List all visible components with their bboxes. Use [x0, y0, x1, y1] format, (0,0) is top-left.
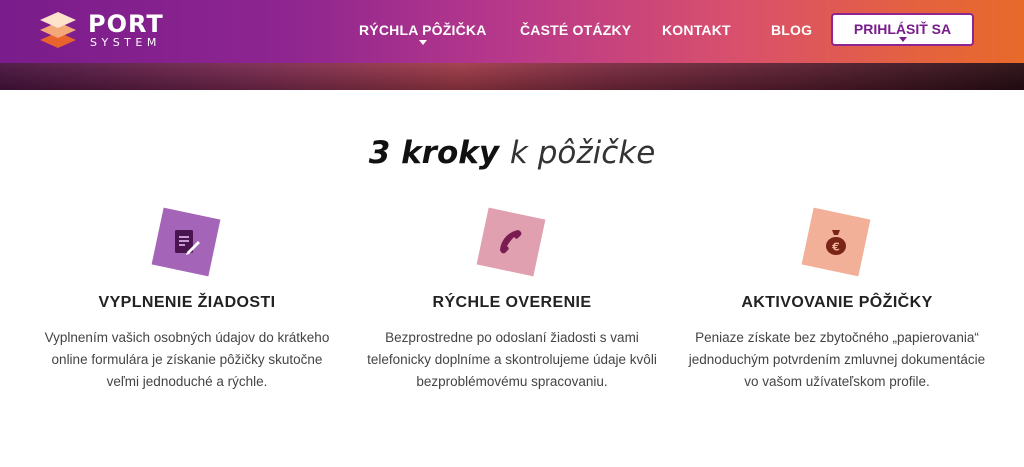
step-title: AKTIVOVANIE PÔŽIČKY [741, 294, 933, 311]
chevron-down-icon [898, 37, 907, 42]
nav-item-blog[interactable]: BLOG [771, 21, 812, 39]
nav-item-faq[interactable]: ČASTÉ OTÁZKY [520, 21, 631, 39]
main-nav: RÝCHLA PÔŽIČKA ČASTÉ OTÁZKY KONTAKT BLOG… [0, 0, 1024, 60]
step-icon-wrapper: € [801, 207, 871, 277]
step-description: Bezprostredne po odoslaní žiadosti s vam… [367, 330, 657, 389]
nav-item-quick-loan[interactable]: RÝCHLA PÔŽIČKA [359, 21, 487, 45]
phone-icon [500, 230, 522, 254]
step-icon-wrapper [151, 207, 221, 277]
hero-image-strip [0, 63, 1024, 90]
nav-item-contact[interactable]: KONTAKT [662, 21, 731, 39]
step-title: VYPLNENIE ŽIADOSTI [98, 294, 276, 311]
section-title: 3 kroky k pôžičke [0, 133, 1024, 173]
step-icon-wrapper [476, 207, 546, 277]
login-button[interactable]: PRIHLÁSIŤ SA [831, 13, 974, 46]
step-title: RÝCHLE OVERENIE [432, 294, 592, 311]
document-sign-icon [175, 230, 200, 255]
section-title-strong: 3 kroky [368, 135, 500, 171]
section-title-light: k pôžičke [509, 135, 656, 171]
login-button-label: PRIHLÁSIŤ SA [853, 21, 952, 37]
step-description: Peniaze získate bez zbytočného „papierov… [688, 330, 986, 389]
nav-item-label: ČASTÉ OTÁZKY [520, 22, 632, 38]
nav-item-label: BLOG [771, 22, 813, 38]
nav-item-label: KONTAKT [662, 22, 731, 38]
svg-text:€: € [831, 241, 840, 254]
site-header: PORT SYSTEM RÝCHLA PÔŽIČKA ČASTÉ OTÁZKY … [0, 0, 1024, 63]
nav-item-label: RÝCHLA PÔŽIČKA [359, 22, 487, 38]
chevron-down-icon [418, 40, 427, 45]
money-bag-euro-icon: € [826, 230, 846, 255]
step-description: Vyplnením vašich osobných údajov do krát… [44, 330, 330, 389]
